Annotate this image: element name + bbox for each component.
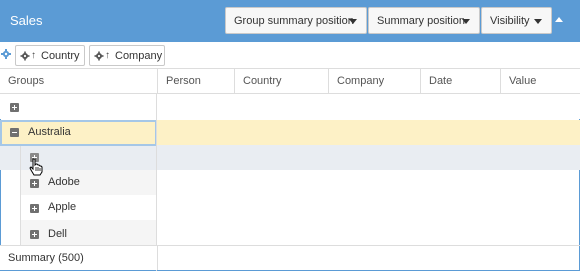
tree-node-adobe[interactable]: Adobe bbox=[0, 170, 157, 195]
gear-icon[interactable]: ↑ bbox=[94, 50, 110, 61]
collapse-panel-toggle[interactable] bbox=[552, 13, 566, 27]
column-header-row: Groups Person Country Company Date Value bbox=[0, 68, 580, 94]
tree-node[interactable] bbox=[0, 94, 157, 119]
group-chip-label: Company bbox=[115, 49, 163, 62]
visibility-button[interactable]: Visibility bbox=[481, 7, 552, 34]
tree-node-label: Dell bbox=[48, 228, 67, 240]
group-chip-country[interactable]: ↑ Country bbox=[15, 45, 85, 66]
summary-row bbox=[158, 245, 580, 270]
group-chip-label: Country bbox=[41, 49, 80, 62]
group-chip-company[interactable]: ↑ Company bbox=[89, 45, 165, 66]
tree-node-label: Adobe bbox=[48, 176, 80, 188]
sort-ascending-icon: ↑ bbox=[31, 50, 36, 61]
gear-icon[interactable] bbox=[1, 48, 11, 60]
column-header-country[interactable]: Country bbox=[235, 69, 329, 93]
group-summary-position-button[interactable]: Group summary position bbox=[225, 7, 367, 34]
column-header-value[interactable]: Value bbox=[501, 69, 580, 93]
column-header-person[interactable]: Person bbox=[158, 69, 235, 93]
tree-node-australia[interactable]: Australia bbox=[0, 120, 157, 145]
sort-ascending-icon: ↑ bbox=[105, 50, 110, 61]
grid-title: Sales bbox=[10, 13, 43, 28]
tree-node-label: Australia bbox=[28, 126, 71, 138]
column-header-company[interactable]: Company bbox=[329, 69, 421, 93]
expand-icon[interactable] bbox=[10, 103, 19, 112]
column-header-date[interactable]: Date bbox=[421, 69, 501, 93]
chevron-down-icon bbox=[534, 19, 542, 24]
summary-position-button[interactable]: Summary position bbox=[368, 7, 480, 34]
chevron-up-icon bbox=[555, 17, 563, 22]
tree-node-dell[interactable]: Dell bbox=[0, 220, 157, 245]
expand-icon[interactable] bbox=[30, 230, 39, 239]
grid-header-bar: Sales Group summary position Summary pos… bbox=[0, 0, 580, 42]
summary-row-label: Summary (500) bbox=[0, 245, 158, 270]
tree-node-apple[interactable]: Apple bbox=[0, 195, 157, 220]
tree-node[interactable] bbox=[0, 145, 157, 170]
group-summary-position-label: Group summary position bbox=[234, 14, 354, 27]
chevron-down-icon bbox=[462, 19, 470, 24]
chevron-down-icon bbox=[349, 19, 357, 24]
collapse-icon[interactable] bbox=[10, 128, 19, 137]
visibility-label: Visibility bbox=[490, 14, 530, 27]
tree-node-label: Apple bbox=[48, 201, 77, 213]
expand-icon[interactable] bbox=[30, 204, 39, 213]
gear-icon[interactable]: ↑ bbox=[20, 50, 36, 61]
group-panel bbox=[0, 42, 580, 68]
column-header-groups[interactable]: Groups bbox=[0, 69, 158, 93]
expand-icon[interactable] bbox=[30, 179, 39, 188]
summary-position-label: Summary position bbox=[377, 14, 466, 27]
hand-pointer-cursor-icon bbox=[29, 158, 43, 176]
